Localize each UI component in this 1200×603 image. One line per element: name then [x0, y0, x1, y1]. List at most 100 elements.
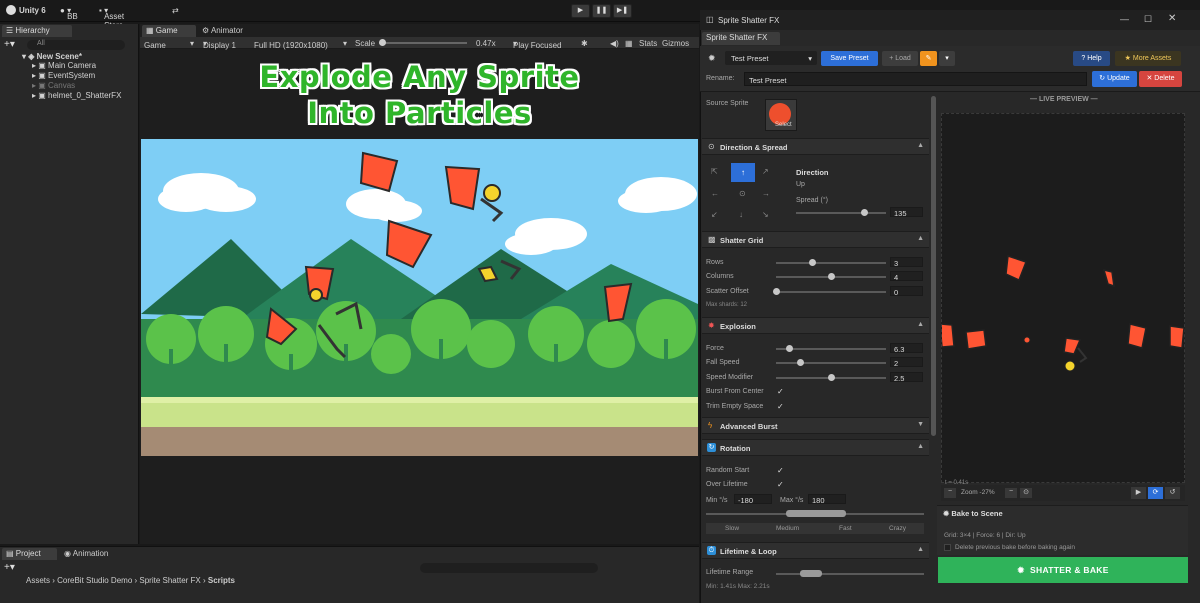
speed-modifier-slider-knob[interactable] [828, 374, 835, 381]
tab-animation[interactable]: ◉ Animation [64, 549, 108, 558]
columns-input[interactable]: 4 [890, 271, 923, 282]
close-icon[interactable]: ✕ [1168, 13, 1176, 24]
play-mode-dropdown[interactable]: Play Focused ▾ [513, 39, 561, 50]
account-menu[interactable]: ● BB ▾ [60, 6, 78, 21]
hierarchy-item-helmet[interactable]: ▸ ▣ helmet_0_ShatterFX [32, 91, 121, 100]
trim-empty-checkbox[interactable]: ✓ [777, 402, 784, 411]
project-add-button[interactable]: +▾ [4, 562, 15, 573]
bug-icon[interactable]: ✱ [581, 39, 588, 48]
arrow-right-icon[interactable]: → [762, 189, 770, 198]
scatter-slider[interactable] [776, 291, 886, 293]
section-explosion[interactable]: ✸ Explosion ▲ [702, 317, 929, 334]
section-rotation[interactable]: ↻ Rotation ▲ [702, 439, 929, 456]
preview-restart-button[interactable]: ↺ [1165, 487, 1180, 499]
preview-play-button[interactable]: ▶ [1131, 487, 1146, 499]
spread-slider-knob[interactable] [860, 209, 868, 216]
arrow-down-icon[interactable]: ↓ [739, 210, 743, 219]
hierarchy-item-eventsystem[interactable]: ▸ ▣ EventSystem [32, 71, 95, 80]
hierarchy-item-scene[interactable]: ▾ ◈ New Scene* [22, 52, 82, 61]
scatter-slider-knob[interactable] [773, 288, 780, 295]
arrow-up-left-icon[interactable]: ⇱ [711, 167, 718, 176]
maximize-icon[interactable]: ☐ [1144, 14, 1152, 25]
fall-speed-slider[interactable] [776, 362, 886, 364]
rename-input[interactable]: Test Preset [744, 72, 1087, 86]
section-direction-spread[interactable]: ⊙ Direction & Spread ▲ [702, 138, 929, 155]
spread-input[interactable]: 135 [890, 207, 923, 218]
section-shatter-grid[interactable]: ▩ Shatter Grid ▲ [702, 231, 929, 248]
delete-previous-checkbox[interactable] [944, 544, 951, 551]
min-rotation-input[interactable]: -180 [734, 494, 772, 505]
speed-preset-fast[interactable]: Fast [839, 525, 852, 532]
arrow-down-right-icon[interactable]: ↘ [762, 210, 769, 219]
more-assets-button[interactable]: ★ More Assets [1115, 51, 1181, 66]
hierarchy-item-canvas[interactable]: ▸ ▣ Canvas [32, 81, 75, 90]
zoom-reset-button[interactable]: ⊙ [1020, 488, 1032, 498]
section-lifetime-loop[interactable]: ⏱ Lifetime & Loop ▲ [702, 542, 929, 559]
section-advanced-burst[interactable]: ϟ Advanced Burst ▼ [702, 417, 929, 434]
breadcrumb-item[interactable]: Sprite Shatter FX [139, 576, 200, 585]
spread-slider[interactable] [796, 212, 886, 214]
help-button[interactable]: ? Help [1073, 51, 1110, 66]
lifetime-range-slider[interactable] [776, 573, 924, 575]
tab-animator[interactable]: ⚙ Animator [202, 26, 243, 35]
columns-slider-knob[interactable] [828, 273, 835, 280]
lifetime-range-fill[interactable] [800, 570, 822, 577]
rotation-range-fill[interactable] [786, 510, 846, 517]
play-button[interactable]: ▶ [571, 4, 590, 18]
max-rotation-input[interactable]: 180 [808, 494, 846, 505]
tab-game[interactable]: ▦ Game [142, 25, 196, 37]
app-name[interactable]: Unity 6 [19, 6, 46, 15]
load-preset-button[interactable]: + Load [882, 51, 918, 66]
arrow-up-icon[interactable]: ↑ [731, 163, 755, 182]
fall-speed-input[interactable]: 2 [890, 357, 923, 368]
tab-project[interactable]: ▤ Project [2, 548, 57, 560]
preset-dropdown[interactable]: Test Preset ▾ [725, 51, 817, 65]
arrow-left-icon[interactable]: ← [711, 189, 719, 198]
speed-preset-medium[interactable]: Medium [776, 525, 799, 532]
rows-input[interactable]: 3 [890, 257, 923, 268]
step-button[interactable]: ▶❚ [613, 4, 632, 18]
update-button[interactable]: ↻ Update [1092, 71, 1137, 87]
rows-slider[interactable] [776, 262, 886, 264]
burst-center-checkbox[interactable]: ✓ [777, 387, 784, 396]
breadcrumb-item[interactable]: CoreBit Studio Demo [57, 576, 132, 585]
breadcrumb-item[interactable]: Scripts [208, 576, 235, 585]
preview-loop-button[interactable]: ⟳ [1148, 487, 1163, 499]
arrow-up-right-icon[interactable]: ↗ [762, 167, 769, 176]
version-control-icon[interactable]: ⇄ [172, 6, 179, 15]
scale-slider[interactable] [379, 42, 467, 44]
stats-button[interactable]: Stats [639, 39, 657, 48]
delete-button[interactable]: ✕ Delete [1139, 71, 1182, 87]
random-start-checkbox[interactable]: ✓ [777, 466, 784, 475]
preset-options-dropdown[interactable]: ▾ [939, 51, 955, 66]
source-sprite-field[interactable]: Select [765, 99, 797, 131]
live-preview-canvas[interactable]: t = 0.41s [939, 113, 1185, 486]
select-button[interactable]: Select [775, 122, 792, 128]
scatter-input[interactable]: 0 [890, 286, 923, 297]
breadcrumb-item[interactable]: Assets [26, 576, 50, 585]
asset-store-menu[interactable]: ▪ Asset Store ▾ [99, 6, 124, 30]
hierarchy-search-input[interactable]: All [27, 40, 125, 50]
display-dropdown[interactable]: Display 1 ▾ [203, 39, 236, 50]
scale-slider-knob[interactable] [379, 39, 386, 46]
save-preset-button[interactable]: Save Preset [821, 51, 878, 66]
tab-hierarchy[interactable]: ☰ Hierarchy [2, 25, 72, 37]
hierarchy-item-camera[interactable]: ▸ ▣ Main Camera [32, 61, 96, 70]
pause-button[interactable]: ❚❚ [592, 4, 611, 18]
audio-icon[interactable]: ◀) [610, 39, 619, 48]
project-search-input[interactable] [420, 563, 598, 573]
tab-sprite-shatter[interactable]: Sprite Shatter FX [702, 32, 780, 45]
shatter-bake-button[interactable]: ✹ SHATTER & BAKE [938, 557, 1188, 583]
force-input[interactable]: 6.3 [890, 343, 923, 354]
minimize-icon[interactable]: — [1120, 14, 1129, 24]
edit-preset-button[interactable]: ✎ [920, 51, 937, 66]
center-icon[interactable]: ⊙ [739, 189, 746, 198]
gizmos-dropdown[interactable]: Gizmos [662, 39, 689, 48]
settings-scrollbar[interactable] [931, 96, 936, 436]
speed-preset-slow[interactable]: Slow [725, 525, 739, 532]
over-lifetime-checkbox[interactable]: ✓ [777, 480, 784, 489]
zoom-out-button[interactable]: − [944, 488, 956, 498]
speed-preset-crazy[interactable]: Crazy [889, 525, 906, 532]
zoom-in-button[interactable]: − [1005, 488, 1017, 498]
add-object-button[interactable]: +▾ [4, 39, 15, 50]
